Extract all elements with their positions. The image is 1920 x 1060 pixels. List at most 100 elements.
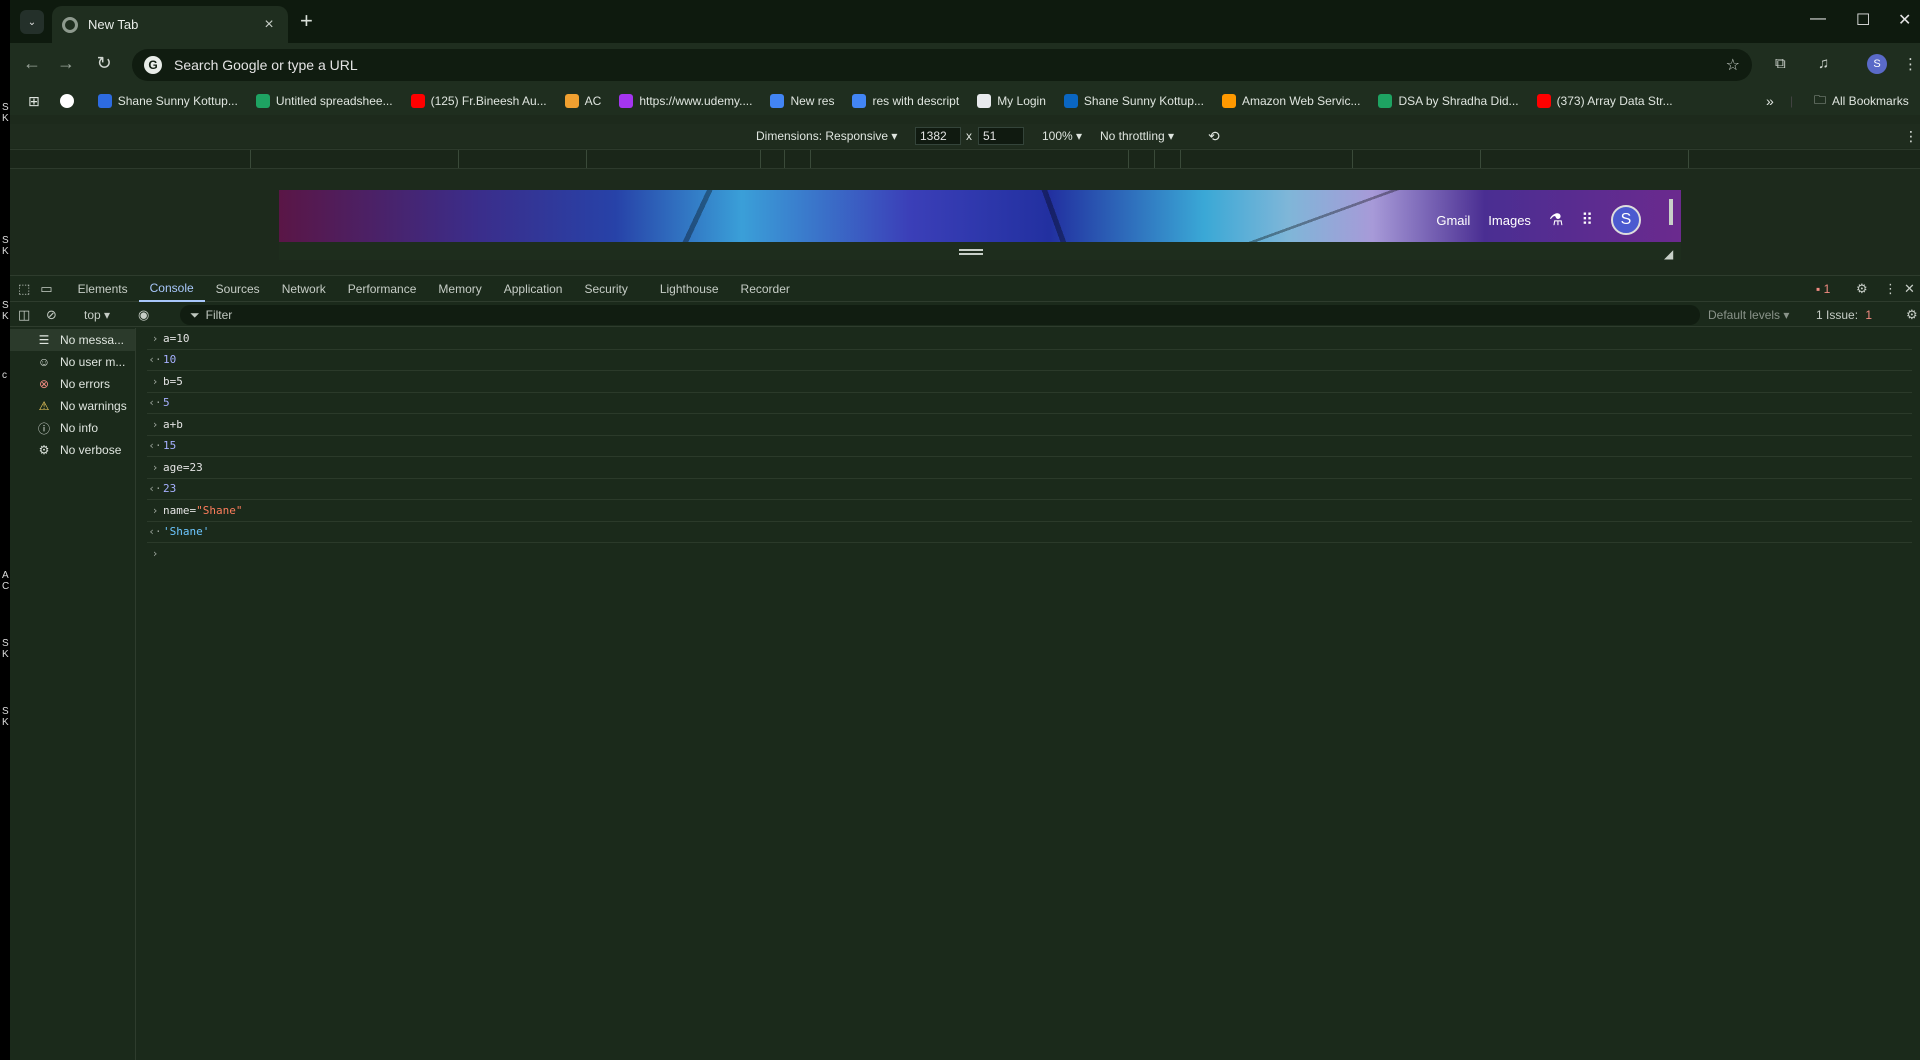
extensions-icon[interactable]: ⧉ bbox=[1775, 55, 1786, 72]
bookmark-item[interactable]: My Login bbox=[977, 94, 1046, 108]
tab-performance[interactable]: Performance bbox=[337, 276, 428, 302]
sidebar-filter-item[interactable]: ⚠ No warnings bbox=[10, 395, 135, 417]
bookmark-item[interactable]: Amazon Web Servic... bbox=[1221, 94, 1360, 108]
sidebar-filter-label: No verbose bbox=[60, 443, 122, 457]
bookmark-item[interactable]: New res bbox=[770, 94, 834, 108]
tab-strip: ⌄ New Tab × + — ☐ ✕ bbox=[10, 0, 1920, 43]
tab-console[interactable]: Console bbox=[138, 276, 205, 302]
inspect-element-icon[interactable]: ⬚ bbox=[10, 281, 36, 297]
error-counter[interactable]: ▪ 1 bbox=[1816, 282, 1830, 296]
bookmark-item[interactable]: (125) Fr.Bineesh Au... bbox=[410, 94, 547, 108]
console-input-row: › a=10 bbox=[147, 328, 1912, 350]
sidebar-filter-label: No errors bbox=[60, 377, 111, 391]
device-more-icon[interactable]: ⋮ bbox=[1904, 128, 1918, 145]
sidebar-toggle-icon[interactable]: ◫ bbox=[18, 307, 30, 323]
filter-input[interactable]: ⏷ Filter bbox=[180, 305, 1700, 325]
sidebar-filter-item[interactable]: ⓘ No info bbox=[10, 417, 135, 439]
bookmark-item[interactable]: Untitled spreadshee... bbox=[255, 94, 393, 108]
prompt-chevron-icon: › bbox=[151, 547, 159, 561]
bookmark-item[interactable]: AC bbox=[564, 94, 601, 108]
close-window-button[interactable]: ✕ bbox=[1898, 10, 1911, 30]
sidebar-filter-icon: ⊗ bbox=[38, 377, 50, 391]
images-link[interactable]: Images bbox=[1488, 213, 1531, 228]
console-code: name= bbox=[163, 503, 197, 517]
omnibox[interactable]: G Search Google or type a URL ☆ bbox=[132, 49, 1752, 81]
devtools-close-icon[interactable]: ✕ bbox=[1904, 281, 1915, 297]
devtools-more-icon[interactable]: ⋮ bbox=[1884, 281, 1897, 297]
tab-elements[interactable]: Elements bbox=[67, 276, 139, 302]
bookmark-favicon-icon bbox=[410, 94, 425, 108]
live-expression-eye-icon[interactable]: ◉ bbox=[138, 307, 149, 323]
expand-chevron-icon[interactable]: › bbox=[147, 461, 163, 474]
bookmark-item[interactable] bbox=[59, 94, 80, 108]
console-prompt[interactable]: › bbox=[147, 543, 1912, 565]
tab-new-tab[interactable]: New Tab × bbox=[52, 6, 288, 43]
bookmark-item[interactable]: https://www.udemy.... bbox=[619, 94, 752, 108]
expand-chevron-icon[interactable]: › bbox=[147, 504, 163, 517]
profile-avatar[interactable]: S bbox=[1867, 54, 1887, 74]
console-sidebar: ☰ No messa... ☺ No user m... ⊗ No errors ⚠ No w… bbox=[10, 328, 136, 1060]
devtools-settings-icon[interactable]: ⚙ bbox=[1856, 281, 1868, 297]
tab-search-button[interactable]: ⌄ bbox=[20, 10, 44, 34]
tab-security[interactable]: Security bbox=[573, 276, 638, 302]
tab-recorder[interactable]: Recorder bbox=[730, 276, 801, 302]
apps-grid-icon[interactable]: ⠿ bbox=[1581, 210, 1593, 230]
device-toggle-icon[interactable]: ▭ bbox=[36, 281, 66, 297]
zoom-select[interactable]: 100% ▾ bbox=[1042, 129, 1082, 143]
bookmark-item[interactable]: res with descript bbox=[852, 94, 959, 108]
close-tab-icon[interactable]: × bbox=[260, 16, 278, 34]
console-settings-icon[interactable]: ⚙ bbox=[1906, 307, 1918, 323]
tab-application[interactable]: Application bbox=[493, 276, 574, 302]
apps-icon[interactable]: ⊞ bbox=[28, 93, 40, 110]
expand-chevron-icon[interactable]: › bbox=[147, 418, 163, 431]
sidebar-filter-item[interactable]: ☰ No messa... bbox=[10, 329, 135, 351]
tab-memory[interactable]: Memory bbox=[427, 276, 492, 302]
bottom-resize-handle[interactable] bbox=[959, 249, 983, 255]
sidebar-filter-icon: ⚠ bbox=[38, 399, 50, 413]
gmail-link[interactable]: Gmail bbox=[1436, 213, 1470, 228]
bookmarks-overflow-button[interactable]: » bbox=[1766, 93, 1774, 109]
corner-resize-handle[interactable]: ◢ bbox=[1664, 247, 1673, 261]
menu-icon[interactable]: ⋮ bbox=[1903, 55, 1918, 73]
edge-letter: K bbox=[2, 246, 9, 257]
right-resize-handle[interactable] bbox=[1669, 199, 1673, 225]
new-tab-button[interactable]: + bbox=[300, 10, 313, 32]
labs-icon[interactable]: ⚗ bbox=[1549, 210, 1563, 230]
page-banner: Gmail Images ⚗ ⠿ S bbox=[279, 190, 1681, 242]
sidebar-filter-item[interactable]: ⊗ No errors bbox=[10, 373, 135, 395]
clear-console-icon[interactable]: ⊘ bbox=[46, 307, 57, 323]
log-levels-select[interactable]: Default levels ▾ bbox=[1708, 308, 1789, 322]
error-icon: ▪ bbox=[1816, 281, 1821, 296]
bookmark-item[interactable]: DSA by Shradha Did... bbox=[1378, 94, 1519, 108]
result-arrow-icon: ‹· bbox=[148, 525, 162, 539]
context-select[interactable]: top ▾ bbox=[84, 308, 110, 322]
rotate-icon[interactable]: ⟲ bbox=[1208, 128, 1220, 145]
all-bookmarks-button[interactable]: 🗀 All Bookmarks bbox=[1814, 91, 1909, 112]
maximize-button[interactable]: ☐ bbox=[1856, 10, 1870, 30]
tab-network[interactable]: Network bbox=[271, 276, 337, 302]
expand-chevron-icon[interactable]: › bbox=[147, 375, 163, 388]
width-input[interactable]: 1382 bbox=[915, 127, 961, 145]
page-avatar[interactable]: S bbox=[1611, 205, 1641, 235]
bookmark-item[interactable]: (373) Array Data Str... bbox=[1536, 94, 1673, 108]
throttling-select[interactable]: No throttling ▾ bbox=[1100, 129, 1174, 143]
bookmark-favicon-icon bbox=[255, 94, 270, 108]
height-input[interactable]: 51 bbox=[978, 127, 1024, 145]
bookmark-star-icon[interactable]: ☆ bbox=[1726, 55, 1740, 75]
tab-sources[interactable]: Sources bbox=[205, 276, 271, 302]
sidebar-filter-item[interactable]: ⚙ No verbose bbox=[10, 439, 135, 461]
issues-button[interactable]: 1 Issue: 1 bbox=[1816, 308, 1872, 322]
console-code: b=5 bbox=[163, 374, 183, 388]
minimize-button[interactable]: — bbox=[1810, 10, 1826, 28]
media-controls-icon[interactable]: ♫ bbox=[1818, 55, 1829, 72]
tab-lighthouse[interactable]: Lighthouse bbox=[649, 276, 730, 302]
bookmark-item[interactable]: Shane Sunny Kottup... bbox=[1063, 94, 1204, 108]
back-button[interactable]: ← bbox=[20, 53, 44, 74]
bookmark-item[interactable]: Shane Sunny Kottup... bbox=[97, 94, 238, 108]
dimensions-select[interactable]: Dimensions: Responsive ▾ bbox=[756, 129, 897, 143]
expand-chevron-icon[interactable]: › bbox=[147, 332, 163, 345]
omnibox-placeholder: Search Google or type a URL bbox=[174, 57, 358, 73]
forward-button[interactable]: → bbox=[54, 53, 78, 74]
sidebar-filter-item[interactable]: ☺ No user m... bbox=[10, 351, 135, 373]
reload-button[interactable]: ↻ bbox=[92, 53, 116, 74]
